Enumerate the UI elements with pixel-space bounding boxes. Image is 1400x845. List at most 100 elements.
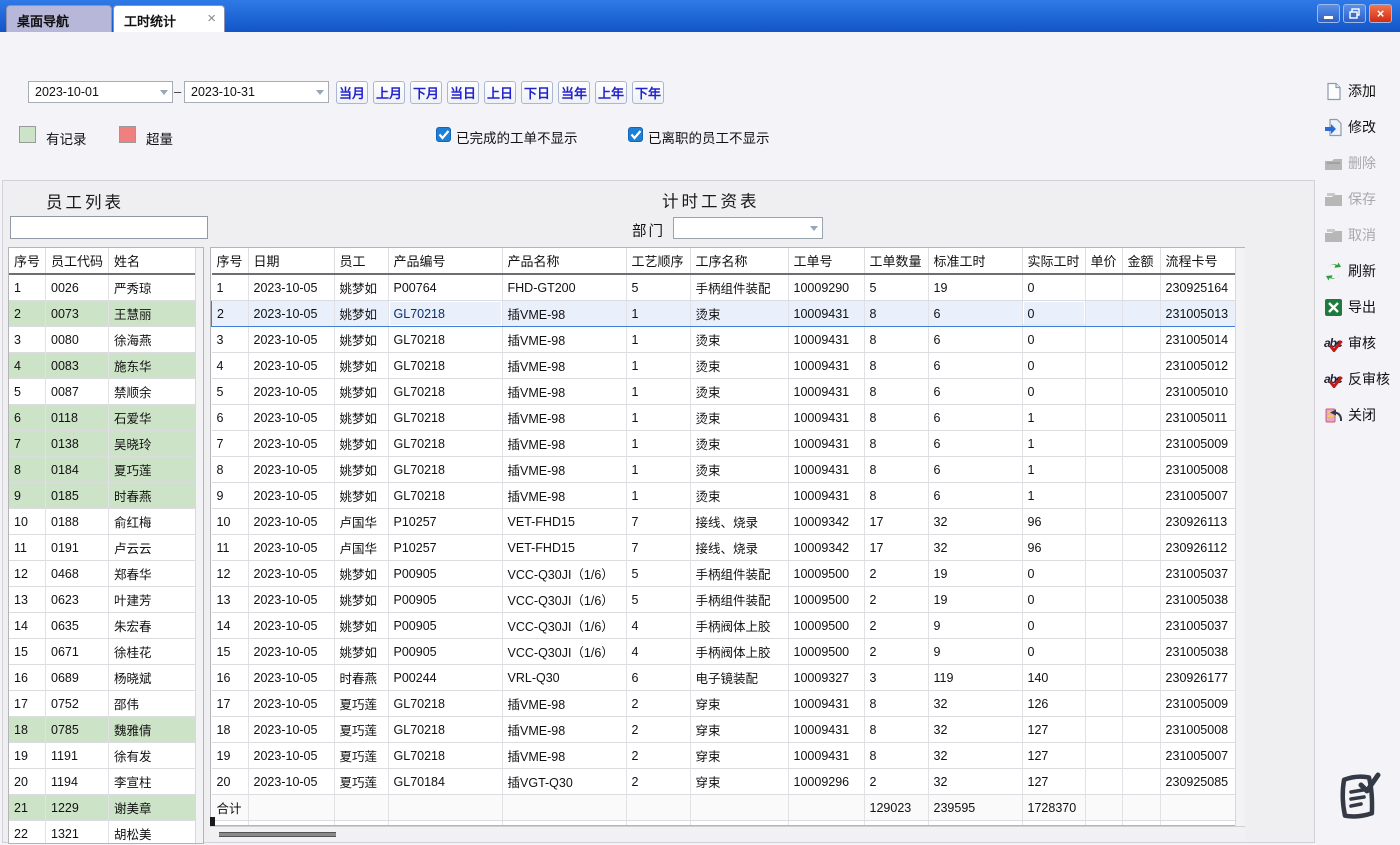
timesheet-cell[interactable]: 6 (928, 405, 1022, 431)
timesheet-row[interactable]: 192023-10-05夏巧莲GL70218插VME-982穿束10009431… (212, 743, 1244, 769)
timesheet-cell[interactable]: 14 (212, 613, 249, 639)
timesheet-cell[interactable]: 手柄阀体上胶 (690, 639, 788, 665)
quick-button-current-year[interactable]: 当年 (558, 81, 590, 104)
timesheet-cell[interactable]: 烫束 (690, 457, 788, 483)
timesheet-cell[interactable]: 6 (928, 457, 1022, 483)
timesheet-cell[interactable]: FHD-GT200 (502, 274, 626, 301)
column-header[interactable]: 工序名称 (690, 248, 788, 274)
employee-no-cell[interactable]: 3 (9, 327, 46, 353)
timesheet-cell[interactable]: 烫束 (690, 379, 788, 405)
timesheet-cell[interactable]: 2023-10-05 (248, 561, 334, 587)
employee-name-cell[interactable]: 朱宏春 (109, 613, 203, 639)
column-header[interactable]: 产品编号 (388, 248, 502, 274)
timesheet-cell[interactable]: 4 (212, 353, 249, 379)
timesheet-cell[interactable]: 4 (626, 613, 690, 639)
department-combo[interactable] (673, 217, 823, 239)
timesheet-cell[interactable]: 32 (928, 717, 1022, 743)
timesheet-row[interactable]: 12023-10-05姚梦如P00764FHD-GT2005手柄组件装配1000… (212, 274, 1244, 301)
employee-name-cell[interactable]: 谢美章 (109, 795, 203, 821)
column-header[interactable]: 金额 (1122, 248, 1160, 274)
timesheet-cell[interactable]: 夏巧莲 (334, 743, 388, 769)
timesheet-cell[interactable]: 9 (928, 613, 1022, 639)
timesheet-cell[interactable]: 1 (626, 431, 690, 457)
employee-code-cell[interactable]: 0468 (46, 561, 109, 587)
quick-button-prev-day[interactable]: 上日 (484, 81, 516, 104)
timesheet-cell[interactable]: GL70218 (388, 327, 502, 353)
employee-name-cell[interactable]: 石爱华 (109, 405, 203, 431)
tab-worktime-stats[interactable]: 工时统计 × (113, 5, 225, 32)
timesheet-cell[interactable]: 10009431 (788, 457, 864, 483)
employee-name-cell[interactable]: 杨晓斌 (109, 665, 203, 691)
timesheet-cell[interactable]: 姚梦如 (334, 431, 388, 457)
timesheet-cell[interactable]: VET-FHD15 (502, 509, 626, 535)
timesheet-cell[interactable]: 231005009 (1160, 431, 1243, 457)
employee-row[interactable]: 211229谢美章 (9, 795, 203, 821)
timesheet-cell[interactable]: 1 (212, 274, 249, 301)
add-button[interactable]: 添加 (1324, 78, 1400, 104)
timesheet-cell[interactable]: 10009431 (788, 353, 864, 379)
timesheet-row[interactable]: 52023-10-05姚梦如GL70218插VME-981烫束100094318… (212, 379, 1244, 405)
timesheet-cell[interactable] (1085, 301, 1122, 327)
timesheet-cell[interactable]: 6 (928, 353, 1022, 379)
timesheet-cell[interactable]: 7 (212, 431, 249, 457)
timesheet-row[interactable]: 22023-10-05姚梦如GL70218插VME-981烫束100094318… (212, 301, 1244, 327)
timesheet-cell[interactable] (1122, 717, 1160, 743)
timesheet-cell[interactable]: 231005012 (1160, 353, 1243, 379)
employee-row[interactable]: 140635朱宏春 (9, 613, 203, 639)
export-button[interactable]: 导出 (1324, 294, 1400, 320)
timesheet-cell[interactable]: 231005014 (1160, 327, 1243, 353)
employee-no-cell[interactable]: 1 (9, 274, 46, 301)
employee-name-cell[interactable]: 时春燕 (109, 483, 203, 509)
timesheet-cell[interactable]: 5 (626, 274, 690, 301)
timesheet-cell[interactable]: 2 (626, 717, 690, 743)
column-header[interactable]: 姓名 (109, 248, 203, 274)
employee-no-cell[interactable]: 14 (9, 613, 46, 639)
timesheet-cell[interactable]: VCC-Q30JI（1/6） (502, 561, 626, 587)
timesheet-cell[interactable]: 230925164 (1160, 274, 1243, 301)
timesheet-cell[interactable]: 5 (626, 561, 690, 587)
timesheet-cell[interactable]: 32 (928, 691, 1022, 717)
timesheet-cell[interactable]: 32 (928, 509, 1022, 535)
employee-row[interactable]: 130623叶建芳 (9, 587, 203, 613)
timesheet-cell[interactable]: 烫束 (690, 353, 788, 379)
timesheet-cell[interactable]: 6 (928, 431, 1022, 457)
timesheet-cell[interactable]: 10009431 (788, 717, 864, 743)
timesheet-cell[interactable]: 231005011 (1160, 405, 1243, 431)
timesheet-cell[interactable]: 10009342 (788, 509, 864, 535)
employee-row[interactable]: 30080徐海燕 (9, 327, 203, 353)
employee-row[interactable]: 170752邵伟 (9, 691, 203, 717)
timesheet-cell[interactable]: 10009500 (788, 613, 864, 639)
timesheet-row[interactable]: 32023-10-05姚梦如GL70218插VME-981烫束100094318… (212, 327, 1244, 353)
timesheet-cell[interactable] (1085, 483, 1122, 509)
timesheet-cell[interactable]: 20 (212, 769, 249, 795)
timesheet-cell[interactable]: 2023-10-05 (248, 274, 334, 301)
timesheet-cell[interactable]: 1 (626, 353, 690, 379)
timesheet-cell[interactable] (1122, 405, 1160, 431)
timesheet-cell[interactable]: 插VME-98 (502, 431, 626, 457)
timesheet-cell[interactable] (1122, 483, 1160, 509)
timesheet-cell[interactable]: 姚梦如 (334, 483, 388, 509)
employee-row[interactable]: 201194李宣柱 (9, 769, 203, 795)
timesheet-cell[interactable] (1085, 639, 1122, 665)
hide-finished-orders-checkbox[interactable] (436, 127, 451, 142)
timesheet-cell[interactable]: 17 (864, 509, 928, 535)
timesheet-cell[interactable]: 1 (626, 483, 690, 509)
timesheet-cell[interactable] (1122, 301, 1160, 327)
quick-button-current-day[interactable]: 当日 (447, 81, 479, 104)
timesheet-cell[interactable]: 穿束 (690, 743, 788, 769)
timesheet-cell[interactable]: 7 (626, 535, 690, 561)
timesheet-cell[interactable]: 2023-10-05 (248, 535, 334, 561)
employee-row[interactable]: 100188俞红梅 (9, 509, 203, 535)
tab-desktop-nav[interactable]: 桌面导航 (6, 5, 112, 32)
employee-no-cell[interactable]: 8 (9, 457, 46, 483)
employee-code-cell[interactable]: 0635 (46, 613, 109, 639)
timesheet-cell[interactable]: 2023-10-05 (248, 587, 334, 613)
timesheet-cell[interactable]: GL70218 (388, 405, 502, 431)
timesheet-cell[interactable]: 10009431 (788, 691, 864, 717)
timesheet-row[interactable]: 112023-10-05卢国华P10257VET-FHD157接线、烧录1000… (212, 535, 1244, 561)
timesheet-cell[interactable]: 烫束 (690, 483, 788, 509)
timesheet-cell[interactable]: VRL-Q30 (502, 665, 626, 691)
column-header[interactable]: 单价 (1085, 248, 1122, 274)
employee-no-cell[interactable]: 13 (9, 587, 46, 613)
employee-row[interactable]: 180785魏雅倩 (9, 717, 203, 743)
